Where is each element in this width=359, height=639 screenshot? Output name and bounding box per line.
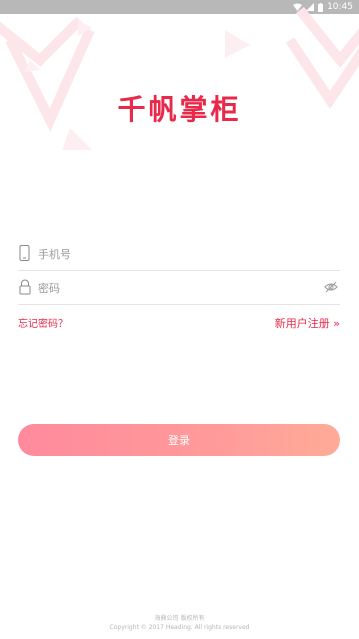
signal-icon (306, 3, 315, 11)
phone-field (18, 236, 340, 272)
status-time: 10:45 (327, 2, 353, 12)
status-bar: 10:45 (0, 0, 359, 14)
phone-input[interactable] (36, 236, 320, 272)
eye-hidden-icon[interactable] (324, 281, 338, 293)
phone-icon (19, 245, 30, 261)
register-link[interactable]: 新用户注册 » (275, 315, 340, 331)
password-input[interactable] (36, 270, 320, 306)
login-button[interactable]: 登录 (18, 424, 340, 456)
battery-icon (318, 2, 324, 12)
lock-icon (19, 279, 31, 295)
wifi-icon (293, 3, 303, 11)
forgot-password-link[interactable]: 忘记密码？ (18, 315, 68, 330)
footer-company: 海鼎公司 版权所有 (154, 615, 205, 622)
footer-copyright: Copyright © 2017 Heading. All rights res… (109, 624, 250, 631)
password-field (18, 270, 340, 306)
brand-logo-text: 千帆掌柜 (117, 93, 242, 126)
